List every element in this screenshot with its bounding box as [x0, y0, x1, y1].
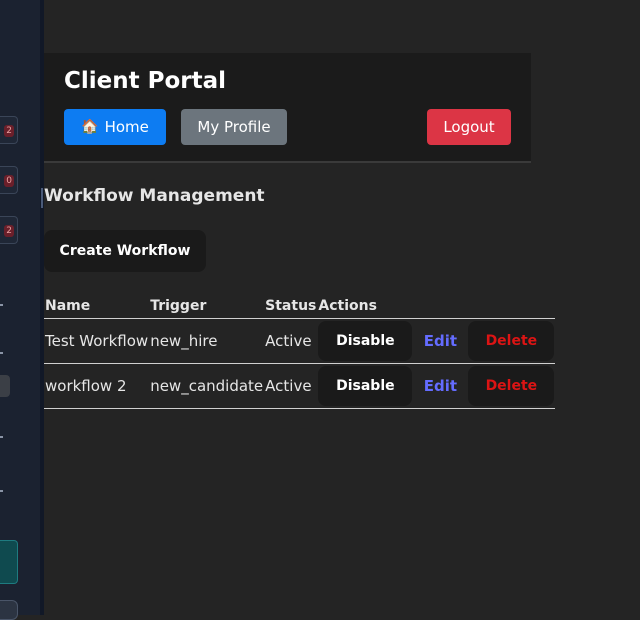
- sidebar-item[interactable]: 0: [0, 166, 18, 194]
- count-badge: 2: [4, 225, 14, 237]
- section-title: Workflow Management: [44, 186, 265, 206]
- page-title: Client Portal: [64, 68, 227, 94]
- my-profile-button[interactable]: My Profile: [181, 109, 287, 145]
- table-header-row: Name Trigger Status Actions: [44, 294, 556, 319]
- disable-button[interactable]: Disable: [318, 321, 413, 361]
- workflow-name: Test Workflow: [44, 318, 150, 364]
- count-badge: 0: [4, 175, 14, 187]
- home-button[interactable]: 🏠 Home: [64, 109, 166, 145]
- workflow-trigger: new_candidate: [149, 363, 265, 409]
- sidebar-item[interactable]: 2: [0, 116, 18, 144]
- column-header-status: Status: [264, 294, 318, 319]
- workflow-name: workflow 2: [44, 363, 150, 409]
- column-header-actions: Actions: [317, 294, 556, 319]
- sidebar: 2 0 2: [0, 0, 44, 620]
- portal-header: Client Portal 🏠 Home My Profile Logout: [44, 53, 531, 163]
- count-badge: 2: [4, 125, 14, 137]
- sidebar-divider: [0, 304, 3, 306]
- delete-button[interactable]: Delete: [468, 366, 555, 406]
- edit-link[interactable]: Edit: [420, 332, 460, 350]
- table-row: workflow 2 new_candidate Active Disable …: [44, 363, 556, 409]
- focus-indicator: [41, 188, 43, 208]
- row-actions: Disable Edit Delete: [318, 366, 555, 406]
- workflow-table: Name Trigger Status Actions Test Workflo…: [44, 294, 556, 409]
- sidebar-divider: [0, 436, 3, 438]
- sidebar-action-button[interactable]: [0, 540, 18, 584]
- column-header-name: Name: [44, 294, 150, 319]
- delete-button[interactable]: Delete: [468, 321, 555, 361]
- column-header-trigger: Trigger: [149, 294, 265, 319]
- workflow-trigger: new_hire: [149, 318, 265, 364]
- sidebar-item[interactable]: 2: [0, 216, 18, 244]
- logout-button[interactable]: Logout: [427, 109, 511, 145]
- workflow-status: Active: [264, 318, 318, 364]
- house-icon: 🏠: [81, 119, 99, 135]
- table-row: Test Workflow new_hire Active Disable Ed…: [44, 318, 556, 364]
- home-label: Home: [104, 118, 149, 136]
- disable-button[interactable]: Disable: [318, 366, 413, 406]
- sidebar-divider: [0, 352, 3, 354]
- sidebar-divider: [0, 490, 3, 492]
- workflow-status: Active: [264, 363, 318, 409]
- row-actions: Disable Edit Delete: [318, 321, 555, 361]
- sidebar-chip[interactable]: [0, 375, 10, 397]
- edit-link[interactable]: Edit: [420, 377, 460, 395]
- create-workflow-button[interactable]: Create Workflow: [44, 230, 206, 272]
- sidebar-bottom-button[interactable]: [0, 600, 18, 620]
